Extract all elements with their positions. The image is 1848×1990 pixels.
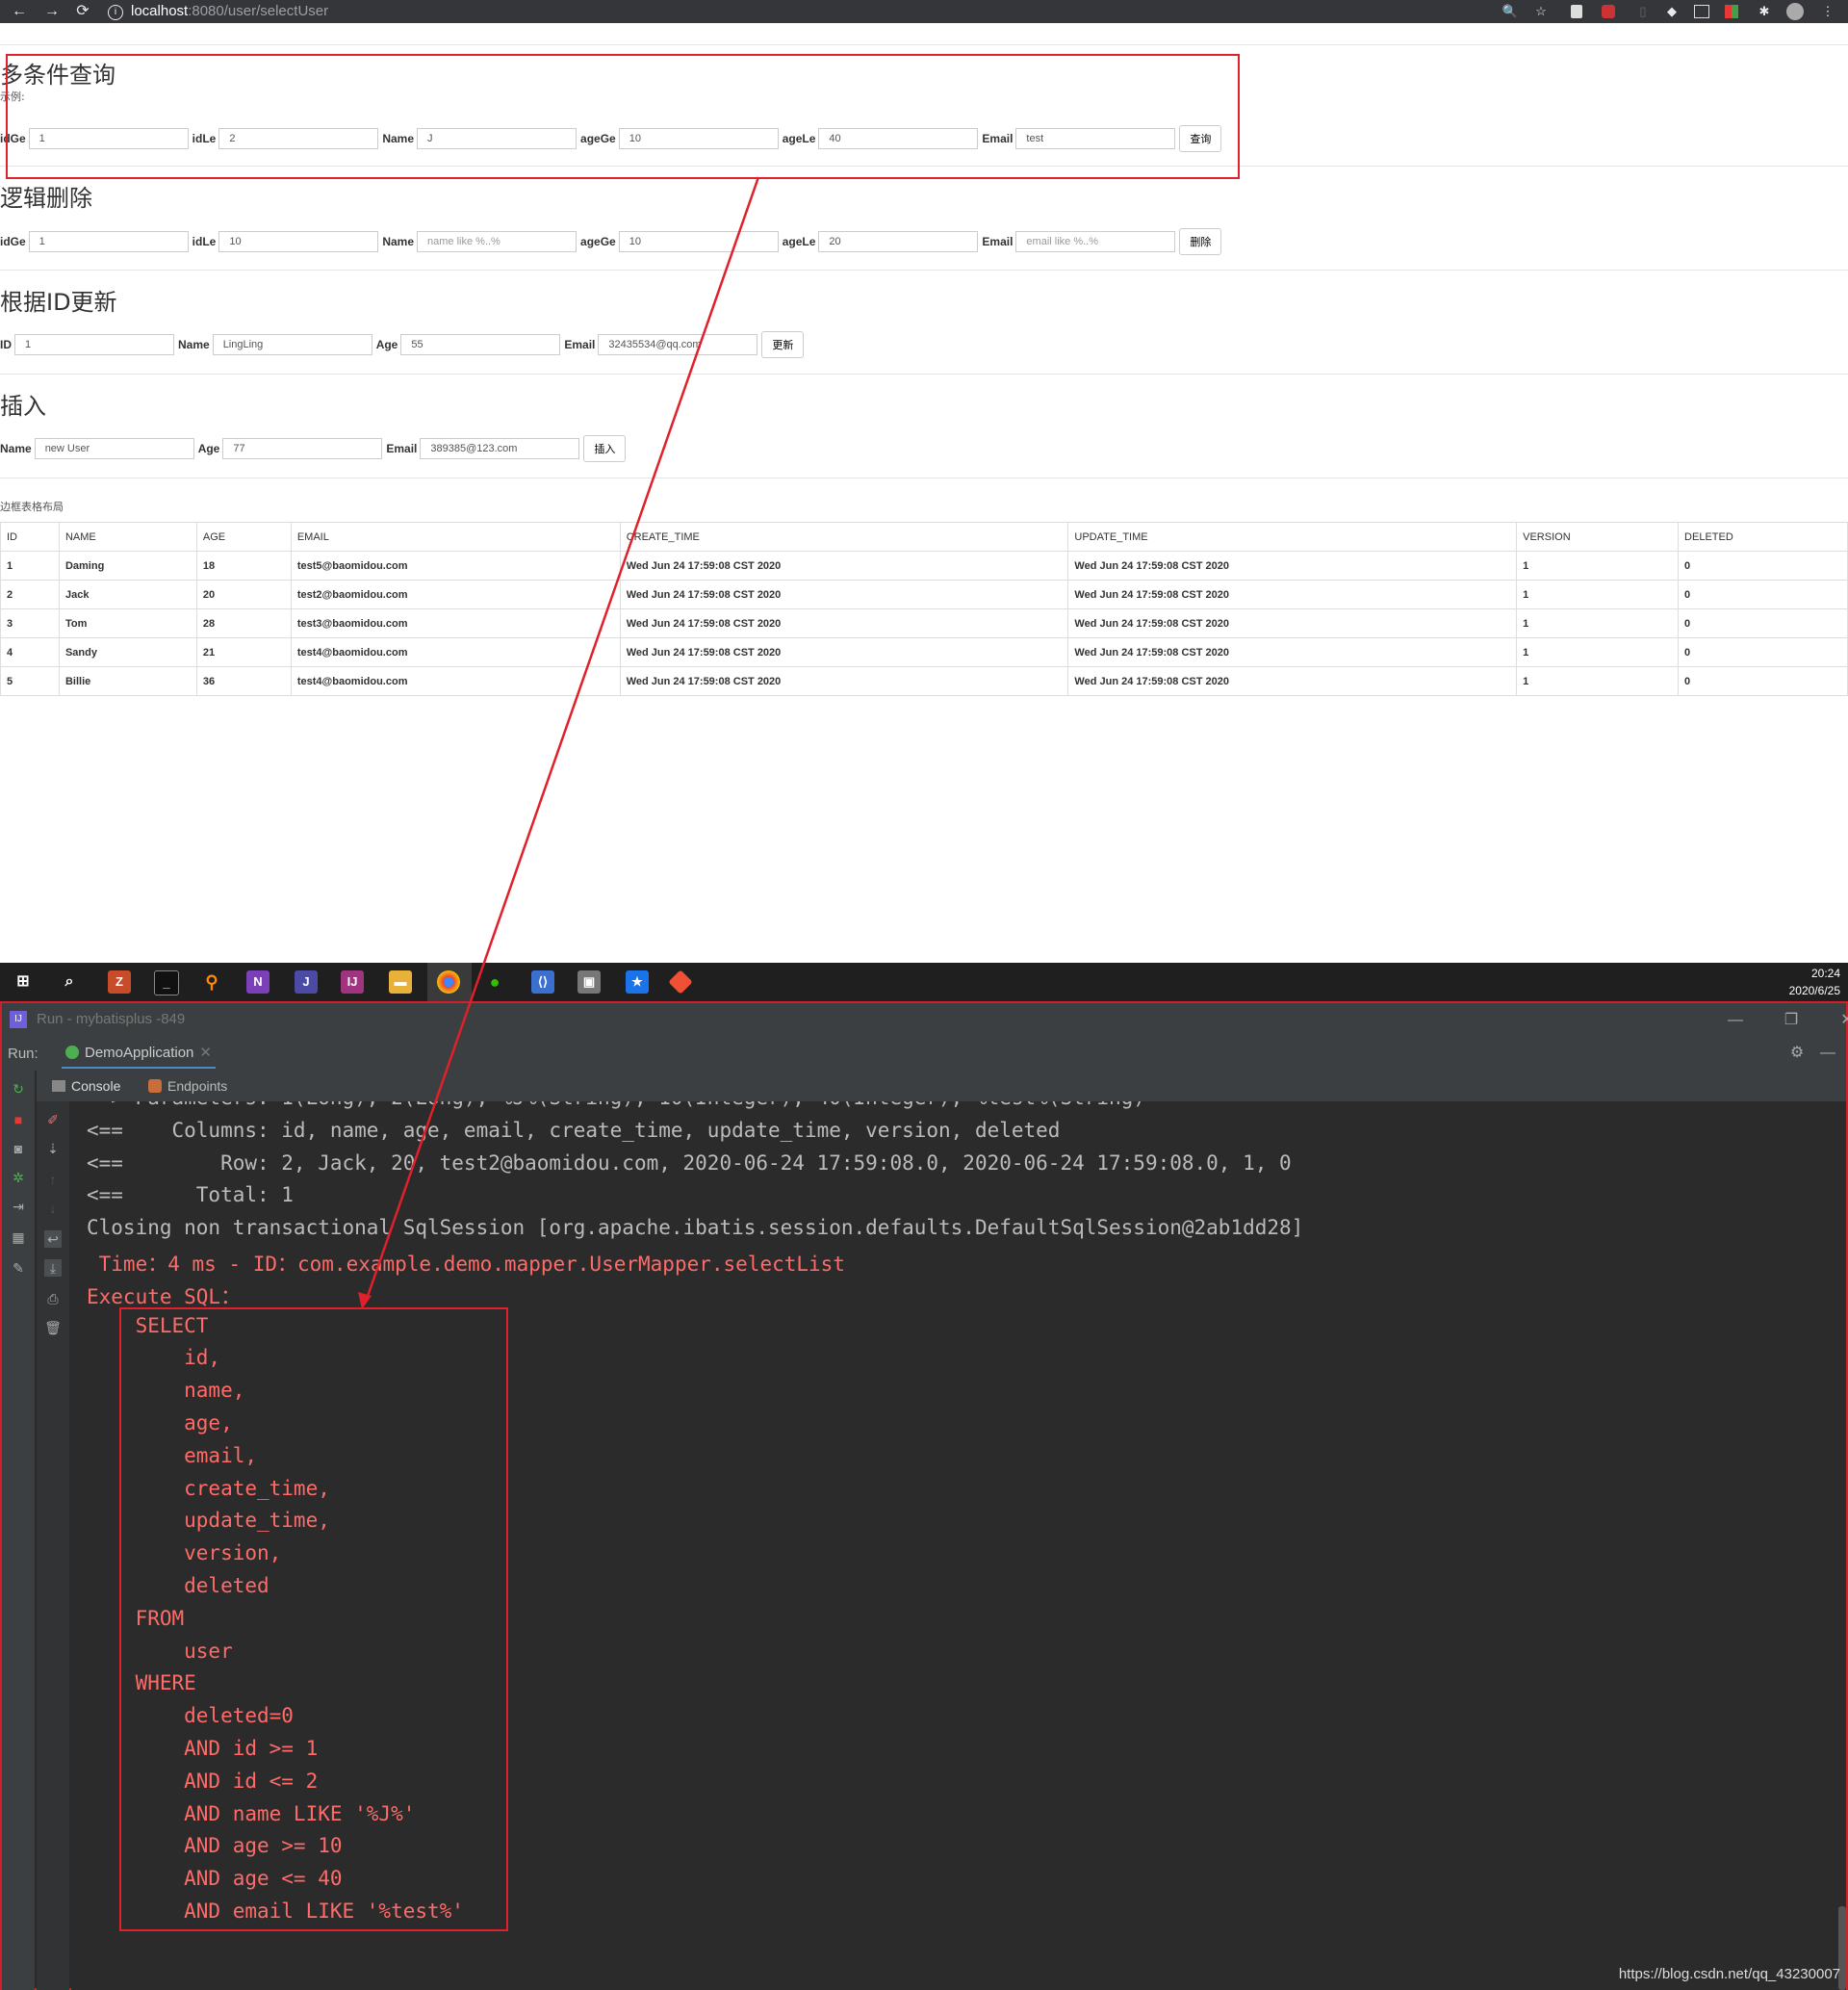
- watermark: https://blog.csdn.net/qq_43230007: [1618, 1966, 1840, 1982]
- arrow-head: [358, 1292, 372, 1309]
- arrow-line: [364, 176, 760, 1303]
- annotation-arrow: [358, 176, 760, 1309]
